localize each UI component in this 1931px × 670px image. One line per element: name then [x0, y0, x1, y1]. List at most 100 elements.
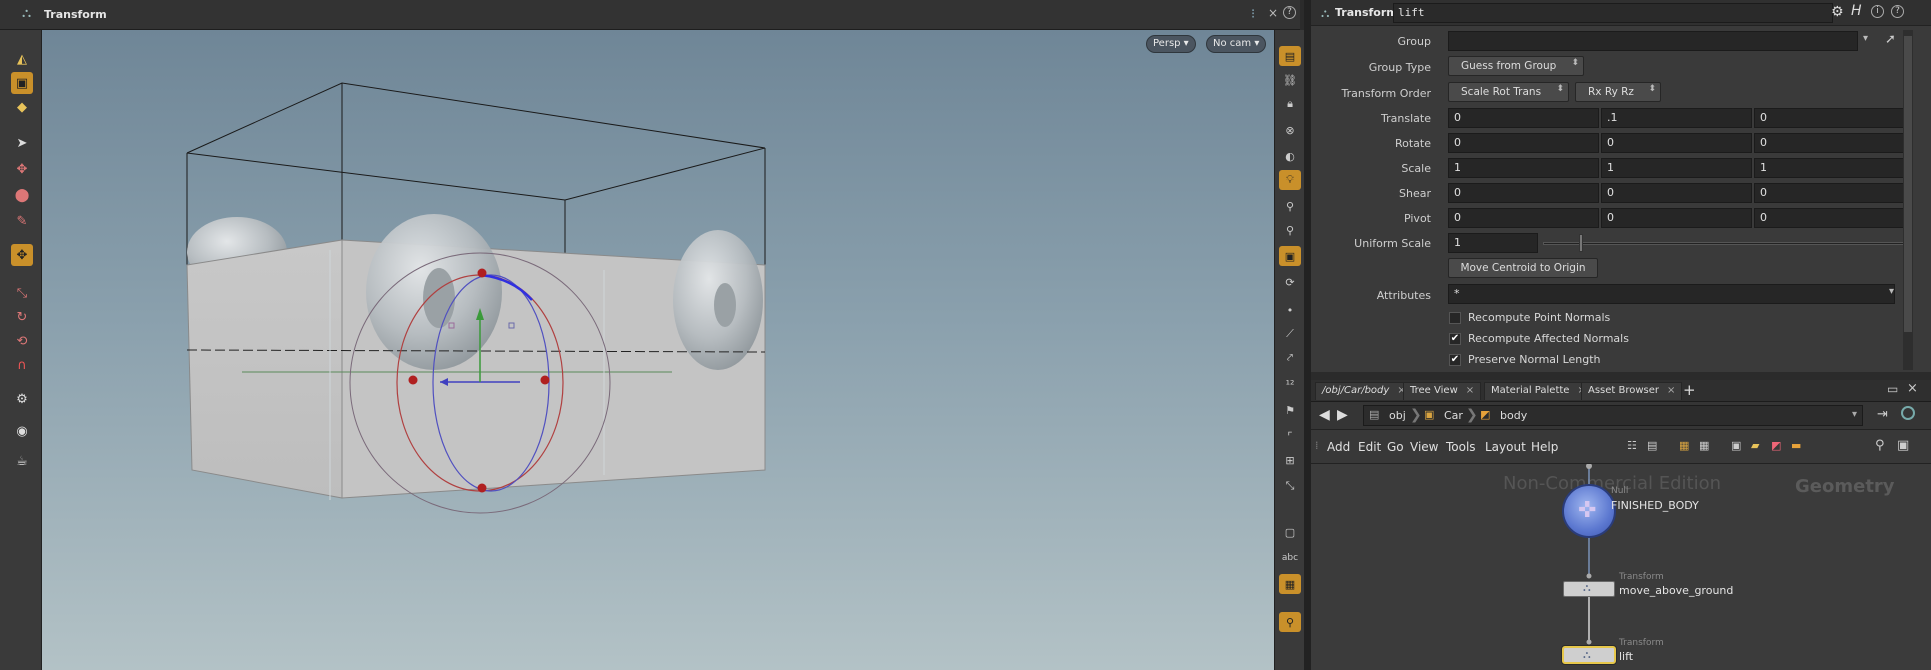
abc-icon[interactable]: abc	[1279, 548, 1301, 568]
param-scrollbar[interactable]	[1903, 30, 1913, 370]
pane-menu-icon[interactable]: ▭	[1887, 382, 1898, 396]
group-field[interactable]	[1448, 31, 1858, 51]
pivot-z-field[interactable]: 0	[1754, 208, 1905, 228]
group-type-menu[interactable]: Guess from Group ⬍	[1448, 56, 1584, 76]
uniform-scale-slider-handle[interactable]	[1579, 234, 1583, 252]
scale-tool-icon[interactable]: ⤡	[11, 282, 33, 304]
pin-pane-icon[interactable]: ⇥	[1877, 407, 1888, 422]
forward-arrow-icon[interactable]: ▶	[1337, 407, 1348, 423]
frame-icon[interactable]: ▢	[1279, 522, 1301, 542]
menu-go[interactable]: Go	[1387, 440, 1404, 454]
thumbnail-view-icon[interactable]: ▦	[1699, 439, 1709, 452]
light-add-icon[interactable]: ⚲	[1279, 196, 1301, 216]
add-tab-button[interactable]: +	[1683, 381, 1696, 399]
rotate-x-field[interactable]: 0	[1448, 133, 1599, 153]
recompute-point-normals-checkbox[interactable]	[1449, 312, 1461, 324]
sculpt-tool-icon[interactable]: ✎	[11, 210, 33, 232]
scale-x-field[interactable]: 1	[1448, 158, 1599, 178]
path-car[interactable]: Car	[1444, 409, 1463, 422]
path-body[interactable]: body	[1500, 409, 1527, 422]
pivot-x-field[interactable]: 0	[1448, 208, 1599, 228]
viewport-close-icon[interactable]: ×	[1268, 6, 1278, 20]
image-icon[interactable]: ▣	[1731, 439, 1741, 452]
pose-tool-icon[interactable]: ⚙	[11, 388, 33, 410]
paint-tool-icon[interactable]: ⬤	[11, 184, 33, 206]
menu-help[interactable]: Help	[1531, 440, 1558, 454]
select-components-icon[interactable]: ◆	[11, 96, 33, 118]
null-node-name[interactable]: FINISHED_BODY	[1611, 499, 1699, 512]
select-arrow-icon-param[interactable]: ➚	[1885, 32, 1896, 47]
uniform-scale-slider[interactable]	[1543, 242, 1905, 245]
handle-tool-icon[interactable]: ◭	[11, 48, 33, 70]
menu-layout[interactable]: Layout	[1485, 440, 1526, 454]
scale-z-field[interactable]: 1	[1754, 158, 1905, 178]
handle-mode-icon[interactable]: ✥	[11, 244, 33, 266]
node-name-field[interactable]: lift	[1393, 3, 1833, 23]
select-geometry-icon[interactable]: ▣	[11, 72, 33, 94]
menu-tools[interactable]: Tools	[1446, 440, 1476, 454]
snap-icon[interactable]: ⌜	[1279, 426, 1301, 446]
snapshot-icon[interactable]: ▣	[1897, 438, 1909, 453]
close-icon[interactable]: ×	[1466, 385, 1474, 396]
grid-view-icon[interactable]: ▦	[1679, 439, 1689, 452]
rotate-z-field[interactable]: 0	[1754, 133, 1905, 153]
houdini-h-icon[interactable]: H	[1851, 3, 1862, 19]
shading-icon[interactable]: ◐	[1279, 146, 1301, 166]
light-icon[interactable]: 💡︎	[1279, 170, 1301, 190]
close-icon[interactable]: ×	[1667, 385, 1675, 396]
menu-add[interactable]: Add	[1327, 440, 1350, 454]
shear-x-field[interactable]: 0	[1448, 183, 1599, 203]
normal-icon[interactable]: ⟋	[1279, 324, 1301, 344]
transform-order-menu[interactable]: Scale Rot Trans ⬍	[1448, 82, 1569, 102]
link-pane-icon[interactable]	[1901, 406, 1915, 420]
tab-tree-view[interactable]: Tree View ×	[1403, 382, 1482, 400]
lift-name[interactable]: lift	[1619, 650, 1633, 663]
list-view-icon[interactable]: ▤	[1647, 439, 1657, 452]
recompute-affected-normals-checkbox[interactable]: ✔	[1449, 333, 1461, 345]
param-help-icon[interactable]: ?	[1891, 5, 1904, 18]
scene-viewport[interactable]: Persp ▾ No cam ▾	[42, 30, 1274, 670]
background-icon[interactable]: ▣	[1279, 246, 1301, 266]
transform-node-move-above-ground[interactable]: ⛬	[1563, 581, 1615, 597]
tab-network[interactable]: /obj/Car/body ×	[1315, 382, 1413, 400]
translate-y-field[interactable]: .1	[1601, 108, 1752, 128]
scale-y-field[interactable]: 1	[1601, 158, 1752, 178]
pane-divider[interactable]	[1304, 0, 1311, 670]
attributes-dropdown-icon[interactable]: ▾	[1889, 286, 1894, 297]
scale-display-icon[interactable]: ⤡	[1279, 476, 1301, 496]
shear-y-field[interactable]: 0	[1601, 183, 1752, 203]
ghost-icon[interactable]: ⊗	[1279, 120, 1301, 140]
transform-tool-icon-2[interactable]: ⟲	[11, 330, 33, 352]
move-above-ground-name[interactable]: move_above_ground	[1619, 584, 1733, 597]
null-node[interactable]: ✜	[1562, 484, 1616, 538]
persp-view-menu[interactable]: Persp ▾	[1146, 35, 1196, 53]
light-off-icon[interactable]: ⚲	[1279, 220, 1301, 240]
network-canvas[interactable]: Non-Commercial Edition Geometry ✜ Null F…	[1311, 464, 1931, 670]
translate-z-field[interactable]: 0	[1754, 108, 1905, 128]
number-icon[interactable]: ¹²	[1279, 374, 1301, 394]
menu-edit[interactable]: Edit	[1358, 440, 1381, 454]
path-obj[interactable]: obj	[1389, 409, 1406, 422]
attributes-field[interactable]: *	[1448, 284, 1895, 304]
tab-material-palette[interactable]: Material Palette×	[1484, 382, 1593, 400]
translate-x-field[interactable]: 0	[1448, 108, 1599, 128]
point-icon[interactable]: •	[1279, 300, 1301, 320]
guide-icon[interactable]: ⟳	[1279, 272, 1301, 292]
pivot-y-field[interactable]: 0	[1601, 208, 1752, 228]
camera-menu[interactable]: No cam ▾	[1206, 35, 1267, 53]
tree-layout-icon[interactable]: ☷	[1627, 439, 1637, 452]
pane-close-icon[interactable]: ×	[1907, 381, 1918, 396]
param-scrollbar-thumb[interactable]	[1904, 36, 1912, 332]
palette-icon[interactable]: ◩	[1771, 439, 1781, 452]
vector-icon[interactable]: ⤤	[1279, 348, 1301, 368]
transform-node-lift[interactable]: ⛬	[1562, 646, 1616, 664]
tab-asset-browser[interactable]: Asset Browser ×	[1581, 382, 1683, 400]
path-field[interactable]: ▤ obj ❯ ▣ Car ❯ ◩ body ▾	[1363, 405, 1863, 426]
image-icon[interactable]: ▦	[1279, 574, 1301, 594]
group-dropdown-icon[interactable]: ▾	[1863, 33, 1868, 44]
uniform-scale-field[interactable]: 1	[1448, 233, 1538, 253]
rotate-y-field[interactable]: 0	[1601, 133, 1752, 153]
shear-z-field[interactable]: 0	[1754, 183, 1905, 203]
path-dropdown-icon[interactable]: ▾	[1852, 409, 1857, 420]
select-arrow-icon[interactable]: ➤	[11, 132, 33, 154]
